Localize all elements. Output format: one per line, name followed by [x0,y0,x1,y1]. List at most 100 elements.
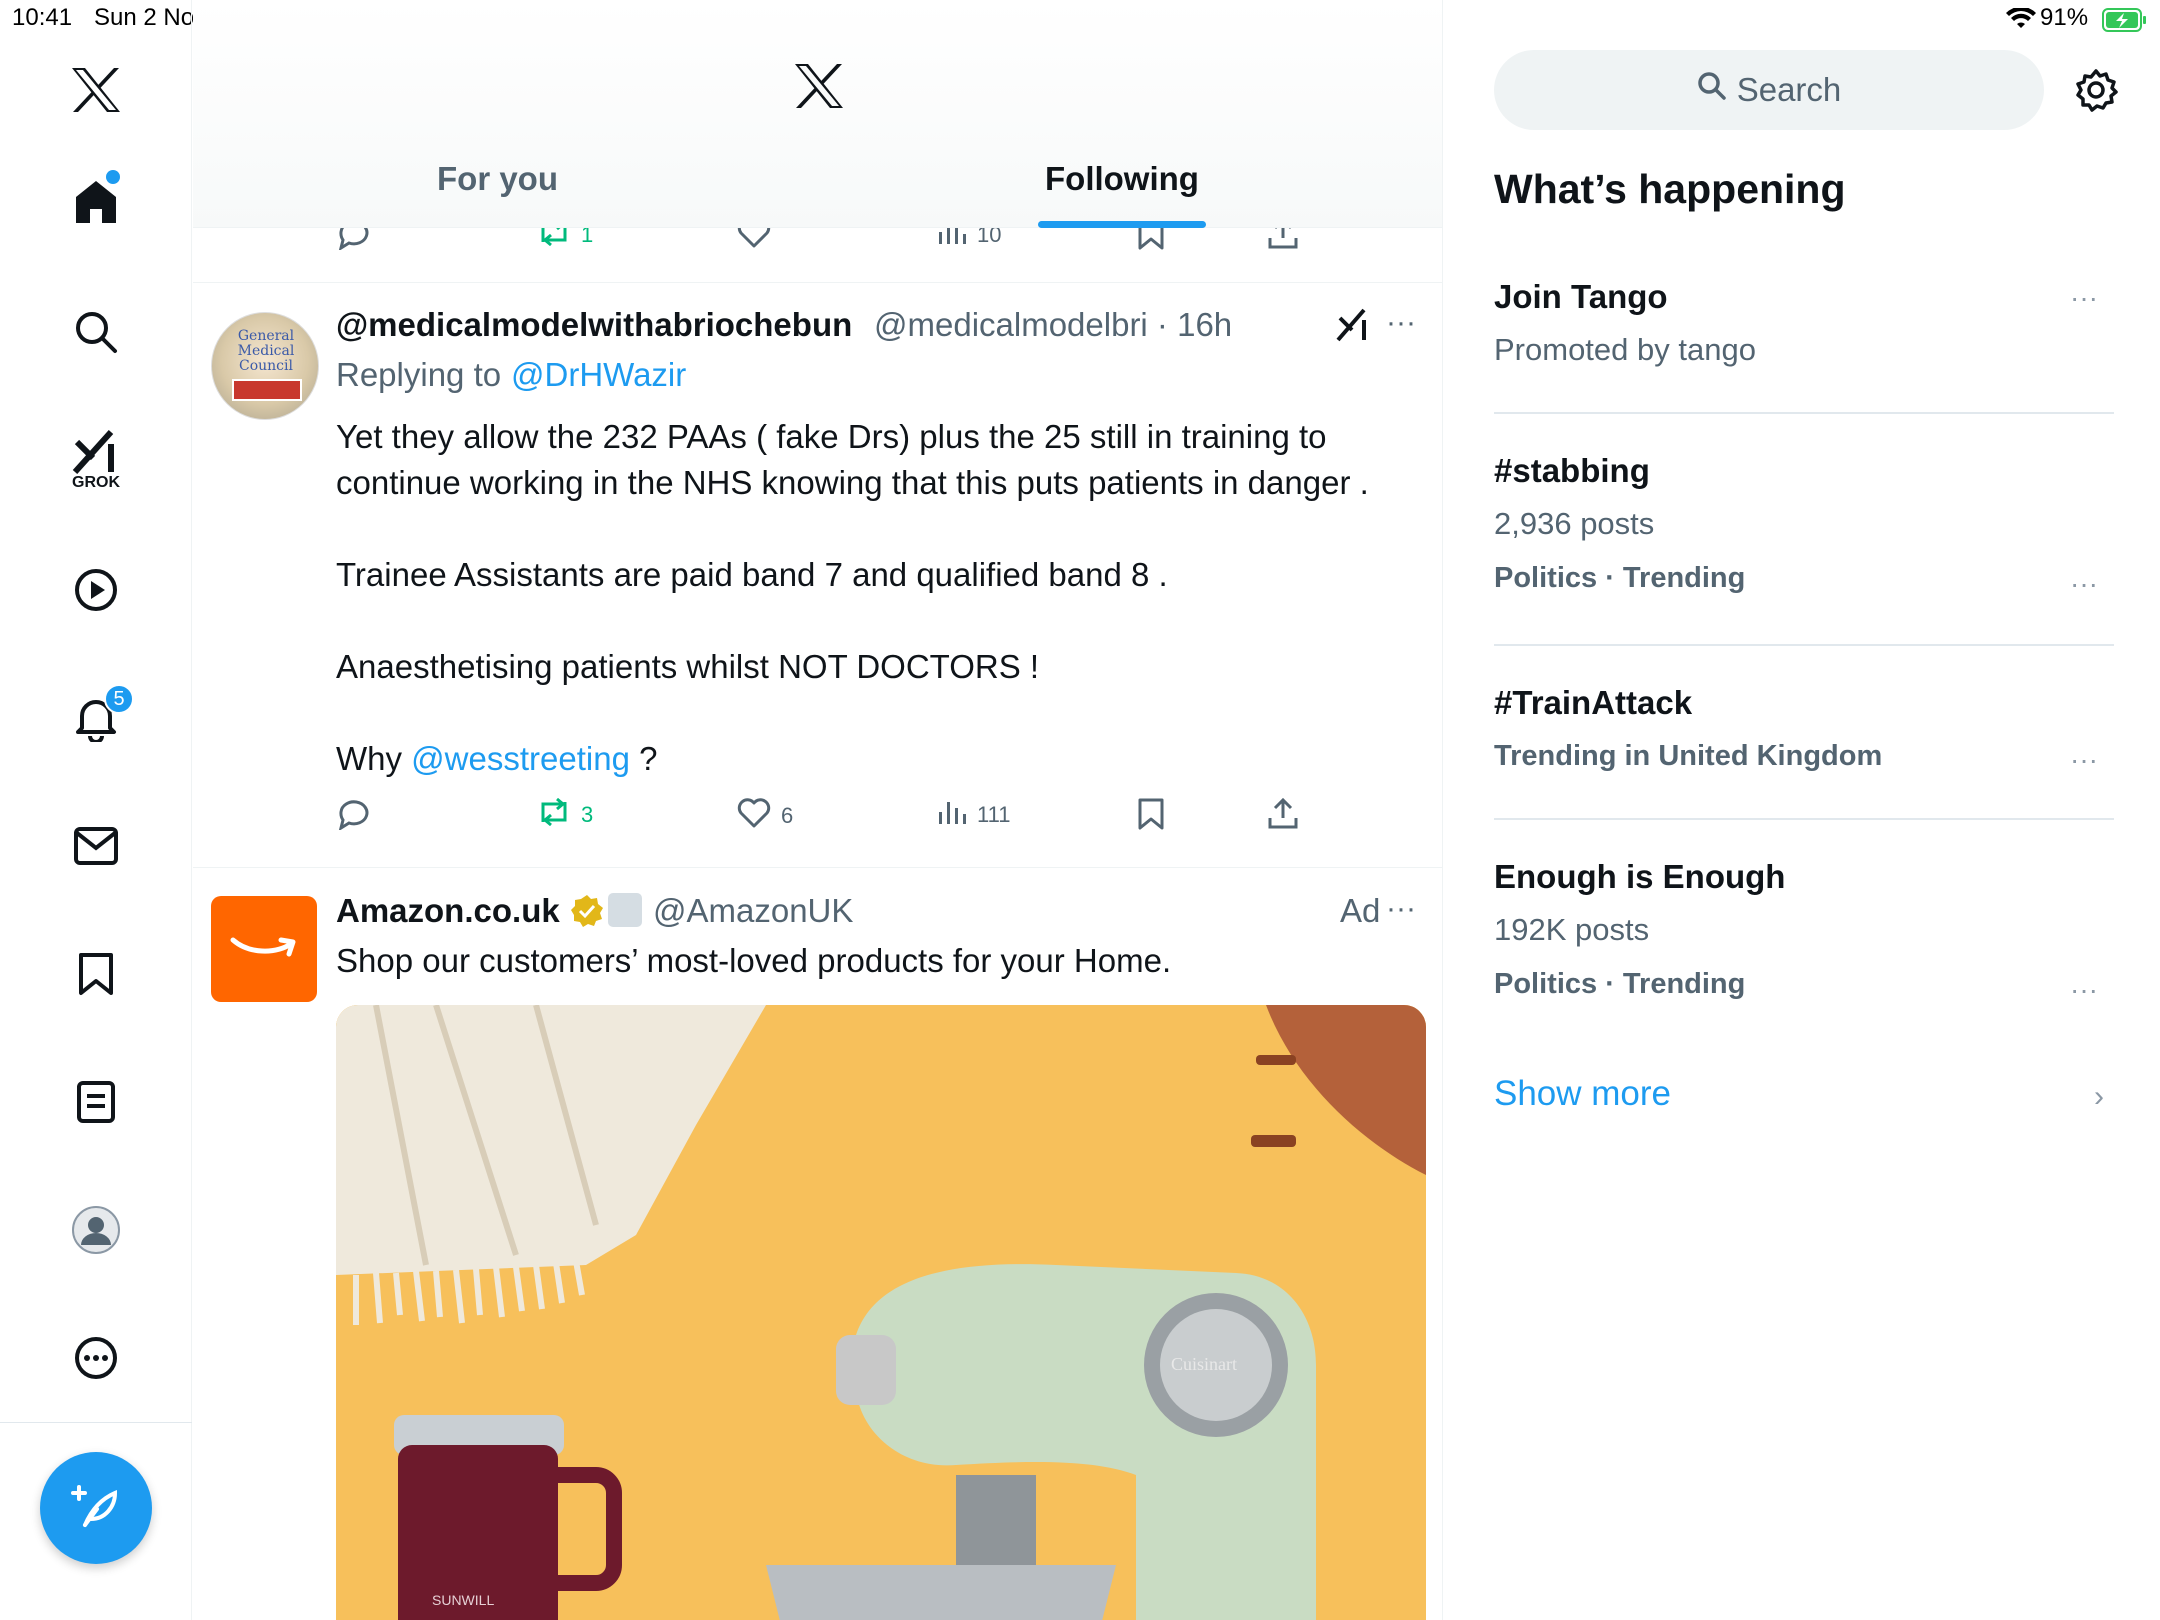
nav-profile[interactable] [46,1180,146,1280]
right-sidebar: Search What’s happening Join Tango Promo… [1444,0,2160,1620]
ad-image[interactable]: SUNWILL Cuisinart [336,1005,1426,1620]
reply-handle-link[interactable]: @DrHWazir [511,356,686,394]
retweet-button[interactable]: 3 [537,797,594,832]
ad-more-icon[interactable]: ··· [1386,892,1416,926]
left-nav: GROK 5 [0,0,192,1620]
grok-explain-icon[interactable] [1336,308,1370,347]
timeline: 1 10 For you Following General Medical C… [193,0,1443,1620]
mixer-brand-text: Cuisinart [1171,1354,1237,1374]
x-logo-icon[interactable] [793,62,845,115]
nav-home[interactable] [46,152,146,252]
amazon-avatar[interactable] [211,896,317,1002]
nav-messages[interactable] [46,796,146,896]
post-divider [193,282,1442,283]
search-input[interactable]: Search [1494,50,2044,130]
chevron-right-icon: › [2094,1080,2104,1113]
trend-item[interactable]: Join Tango Promoted by tango [1494,278,2114,368]
whats-happening-title: What’s happening [1494,166,1846,212]
grok-label: GROK [72,474,120,491]
trend-divider [1494,412,2114,414]
trend-more-icon[interactable]: ··· [2070,744,2098,776]
post-text-line: Anaesthetising patients whilst NOT DOCTO… [336,648,1040,685]
nav-bookmarks[interactable] [46,924,146,1024]
views-icon [937,798,967,832]
trend-title: Join Tango [1494,278,1668,315]
x-logo-button[interactable] [46,40,146,140]
views-count: 111 [977,802,1011,827]
author-name[interactable]: @medicalmodelwithabriochebun [336,306,852,344]
post-more-icon[interactable]: ··· [1386,306,1416,340]
trend-divider [1494,818,2114,820]
profile-icon [71,1205,121,1255]
trend-subtitle: Promoted by tango [1494,332,1756,367]
trend-more-icon[interactable]: ··· [2070,974,2098,1006]
active-tab-indicator [1038,221,1206,228]
grok-icon [71,428,121,474]
trend-item[interactable]: #TrainAttack Trending in United Kingdom [1494,684,2114,773]
search-icon [74,310,118,354]
reply-icon [337,798,371,836]
home-icon [72,177,120,227]
trend-meta: Politics · Trending [1494,562,1746,594]
retweet-count: 3 [581,802,594,827]
trend-meta: Trending in United Kingdom [1494,740,1883,772]
views-button[interactable]: 111 [937,798,1010,832]
ad-author-name[interactable]: Amazon.co.uk [336,892,560,930]
why-suffix: ? [629,740,658,777]
post-text-line: continue working in the NHS knowing that… [336,464,1369,501]
nav-lists[interactable] [46,1052,146,1152]
avatar-text: Council [239,358,293,374]
author-handle-time[interactable]: @medicalmodelbri · 16h [874,306,1232,344]
bookmark-icon [1137,798,1165,836]
share-button[interactable] [1267,797,1299,836]
settings-gear-icon[interactable] [2074,68,2118,117]
trend-meta: Politics · Trending [1494,968,1746,1000]
trend-item[interactable]: Enough is Enough 192K posts Politics · T… [1494,858,2114,1001]
trend-more-icon[interactable]: ··· [2070,282,2098,314]
avatar-text: Medical [237,343,295,359]
avatar[interactable]: General Medical Council [211,312,319,420]
ad-author-handle[interactable]: @AmazonUK [653,892,853,930]
post-divider [193,867,1442,868]
post-text-line: Yet they allow the 232 PAAs ( fake Drs) … [336,418,1327,455]
compose-feather-icon [71,1481,121,1536]
affiliate-badge [608,893,642,927]
nav-explore[interactable] [46,282,146,382]
mug-brand-text: SUNWILL [432,1592,494,1608]
nav-notifications[interactable]: 5 [46,668,146,768]
lists-icon [76,1080,116,1124]
trend-item[interactable]: #stabbing 2,936 posts Politics · Trendin… [1494,452,2114,595]
compose-button[interactable] [40,1452,152,1564]
verified-badge-icon [570,894,604,933]
search-icon [1697,71,1727,109]
amazon-smile-icon [229,932,299,967]
home-unread-dot [106,170,120,184]
tab-following[interactable]: Following [1045,160,1199,198]
nav-divider [0,1422,192,1423]
notifications-badge: 5 [104,684,134,714]
trend-subtitle: 2,936 posts [1494,506,1655,541]
ad-label: Ad [1340,892,1381,929]
why-text: Why [336,740,402,777]
nav-video[interactable] [46,540,146,640]
nav-more[interactable] [46,1308,146,1408]
bookmarks-icon [77,951,115,997]
mention-link[interactable]: @wesstreeting [411,740,630,777]
show-more-link[interactable]: Show more [1494,1074,1671,1114]
retweet-icon [537,797,571,832]
x-logo-icon [70,66,122,114]
trend-more-icon[interactable]: ··· [2070,568,2098,600]
like-button[interactable]: 6 [737,798,793,834]
like-count: 6 [781,803,794,828]
reply-label: Replying to [336,356,502,393]
search-placeholder: Search [1736,71,1842,108]
bookmark-button[interactable] [1137,798,1165,836]
trend-title: #stabbing [1494,452,1650,489]
tab-for-you[interactable]: For you [437,160,558,198]
share-icon [1267,797,1299,836]
timeline-header: For you Following [193,0,1442,228]
trend-subtitle: 192K posts [1494,912,1650,947]
nav-grok[interactable]: GROK [46,410,146,510]
post-text: Yet they allow the 232 PAAs ( fake Drs) … [336,414,1426,782]
reply-button[interactable] [337,798,381,836]
